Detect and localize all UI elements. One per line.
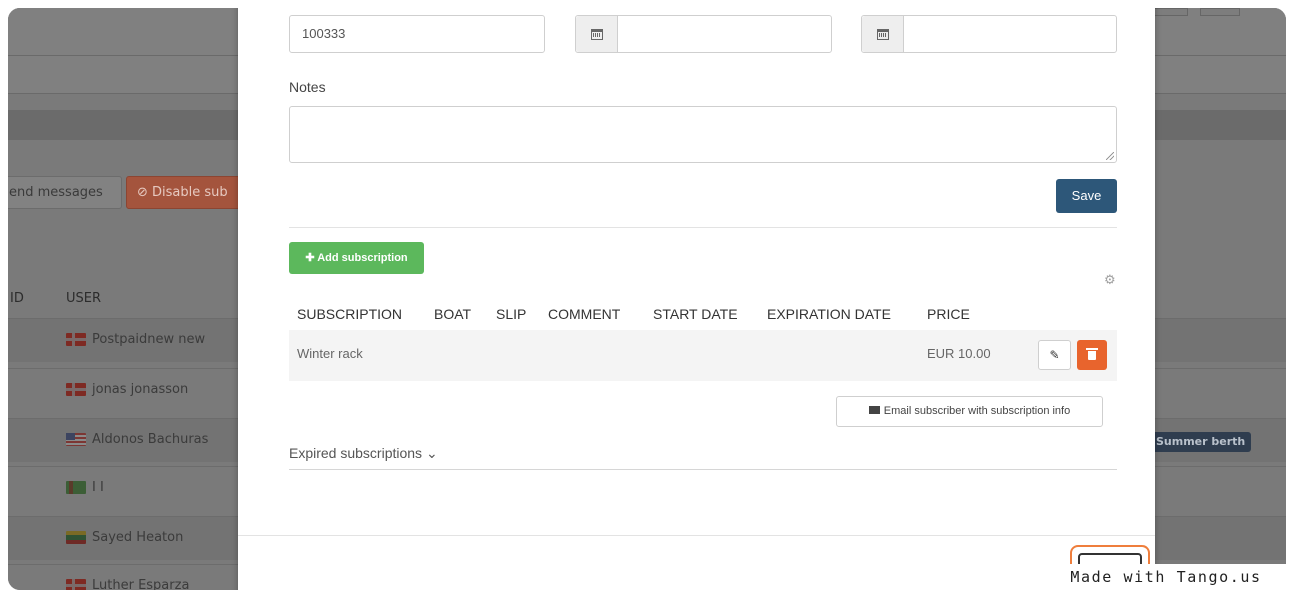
user-name: Postpaidnew new [92, 332, 206, 347]
subscription-modal: 100333 Notes Save ✚ Add subscription ⚙ S… [238, 8, 1155, 590]
status-badge: Summer berth [1150, 432, 1252, 452]
lithuania-flag-icon [66, 531, 86, 544]
calendar-icon[interactable] [576, 16, 618, 52]
end-date-field[interactable] [861, 15, 1117, 53]
number-field[interactable]: 100333 [289, 15, 545, 53]
column-header-subscription: SUBSCRIPTION [297, 306, 403, 322]
column-header-expiration-date: EXPIRATION DATE [767, 306, 891, 322]
pencil-icon: ✎ [1049, 348, 1060, 362]
column-header-start-date: START DATE [653, 306, 738, 322]
user-cell: Postpaidnew new [66, 332, 205, 347]
turkmenistan-flag-icon [66, 481, 86, 494]
screen-frame: end messages ⊘ Disable sub ID USER Postp… [8, 8, 1286, 590]
gear-icon[interactable]: ⚙ [1104, 273, 1116, 288]
denmark-flag-icon [66, 579, 86, 590]
column-header-boat: BOAT [434, 306, 472, 322]
add-subscription-button[interactable]: ✚ Add subscription [289, 242, 424, 274]
trash-icon [1086, 347, 1098, 360]
resize-handle-icon[interactable] [1106, 152, 1114, 160]
column-header-id: ID [10, 291, 24, 306]
usa-flag-icon [66, 433, 86, 446]
divider [289, 227, 1117, 228]
user-name: Luther Esparza [92, 578, 190, 590]
number-field-value: 100333 [302, 26, 346, 41]
disable-subscriptions-button[interactable]: ⊘ Disable sub [126, 176, 246, 209]
user-cell: jonas jonasson [66, 382, 188, 397]
user-cell: I I [66, 480, 104, 495]
column-header-price: PRICE [927, 306, 970, 322]
delete-button[interactable] [1077, 340, 1107, 370]
column-header-user: USER [66, 291, 102, 306]
notes-textarea[interactable] [289, 106, 1117, 163]
background-top-control [1200, 8, 1240, 16]
envelope-icon [868, 406, 880, 415]
column-header-comment: COMMENT [548, 306, 621, 322]
watermark: Made with Tango.us [1038, 564, 1294, 590]
notes-label: Notes [289, 79, 326, 95]
column-header-slip: SLIP [496, 306, 527, 322]
table-row[interactable]: Winter rack EUR 10.00 [289, 330, 1117, 381]
expired-subscriptions-toggle[interactable]: Expired subscriptions ⌄ [289, 445, 438, 462]
calendar-icon[interactable] [862, 16, 904, 52]
subscription-cell: Winter rack [297, 346, 363, 361]
user-cell: Aldonos Bachuras [66, 432, 208, 447]
user-name: Aldonos Bachuras [92, 432, 209, 447]
user-name: Sayed Heaton [92, 530, 184, 545]
send-messages-button[interactable]: end messages [8, 176, 122, 209]
edit-button[interactable]: ✎ [1038, 340, 1071, 370]
price-cell: EUR 10.00 [927, 346, 991, 361]
denmark-flag-icon [66, 333, 86, 346]
start-date-field[interactable] [575, 15, 832, 53]
modal-footer-divider [238, 535, 1155, 536]
save-button[interactable]: Save [1056, 179, 1117, 213]
email-subscriber-label: Email subscriber with subscription info [883, 405, 1071, 417]
user-cell: Sayed Heaton [66, 530, 183, 545]
email-subscriber-button[interactable]: Email subscriber with subscription info [836, 396, 1103, 427]
divider [289, 469, 1117, 470]
user-name: I I [92, 480, 104, 495]
user-cell: Luther Esparza [66, 578, 189, 590]
denmark-flag-icon [66, 383, 86, 396]
user-name: jonas jonasson [92, 382, 189, 397]
